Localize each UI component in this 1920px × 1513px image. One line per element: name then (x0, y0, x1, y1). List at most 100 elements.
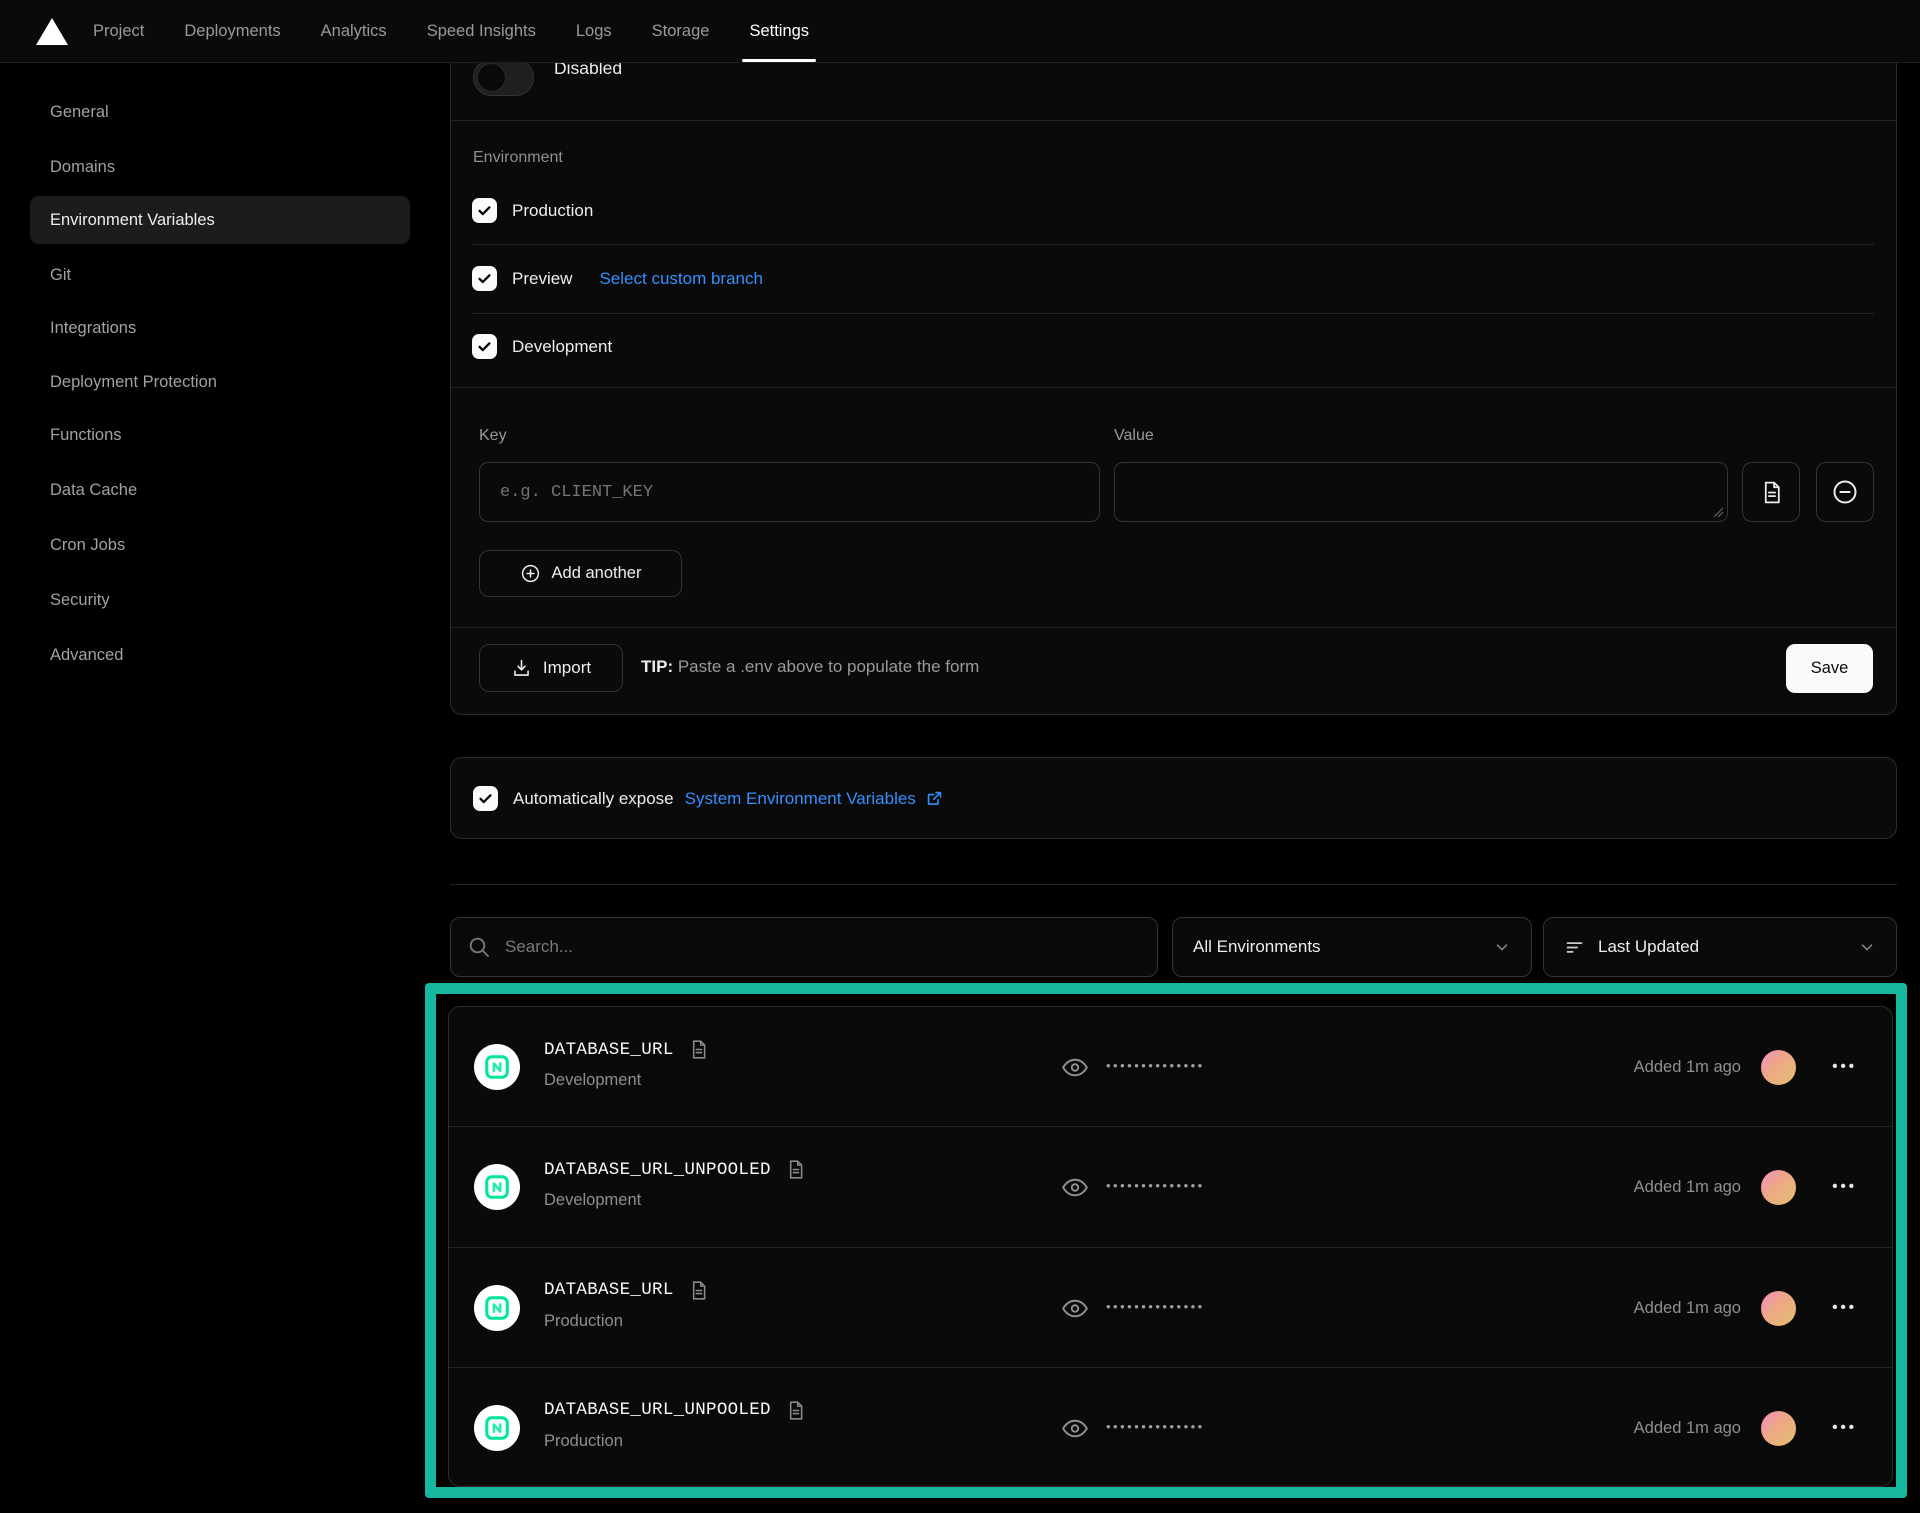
row-menu-button[interactable]: ••• (1832, 1299, 1857, 1316)
import-download-icon (511, 658, 532, 679)
user-avatar (1761, 1411, 1796, 1446)
env-variable-row: DATABASE_URL Production •••••••••••••• A… (449, 1248, 1892, 1368)
import-button[interactable]: Import (479, 644, 623, 692)
footer-divider (451, 627, 1896, 628)
plus-circle-icon (520, 563, 541, 584)
search-input[interactable] (505, 937, 1105, 957)
section-divider (451, 387, 1896, 388)
env-key: DATABASE_URL (544, 1280, 674, 1300)
minus-circle-icon (1831, 478, 1859, 506)
reveal-value-eye-icon[interactable] (1061, 1295, 1089, 1322)
row-menu-button[interactable]: ••• (1832, 1419, 1857, 1436)
check-icon (476, 202, 493, 219)
check-icon (476, 270, 493, 287)
neon-integration-avatar (474, 1164, 520, 1210)
reveal-value-eye-icon[interactable] (1061, 1415, 1089, 1442)
sidebar-item-git[interactable]: Git (30, 251, 410, 299)
masked-value: •••••••••••••• (1106, 1178, 1205, 1193)
env-target: Production (544, 1312, 623, 1331)
tip-text: TIP: Paste a .env above to populate the … (641, 657, 979, 677)
masked-value: •••••••••••••• (1106, 1419, 1205, 1434)
textarea-resize-grip[interactable] (1713, 507, 1724, 518)
preview-checkbox[interactable] (472, 266, 497, 291)
development-label: Development (512, 337, 612, 357)
vercel-logo-icon[interactable] (36, 18, 68, 45)
env-row-production: Production (472, 198, 593, 223)
neon-integration-avatar (474, 1285, 520, 1331)
sidebar-item-domains[interactable]: Domains (30, 143, 410, 191)
user-avatar (1761, 1291, 1796, 1326)
env-key: DATABASE_URL_UNPOOLED (544, 1160, 771, 1180)
row-menu-button[interactable]: ••• (1832, 1178, 1857, 1195)
user-avatar (1761, 1050, 1796, 1085)
env-variable-list: DATABASE_URL Development •••••••••••••• … (448, 1006, 1893, 1487)
check-icon (476, 338, 493, 355)
key-input[interactable] (479, 462, 1100, 522)
sort-dropdown[interactable]: Last Updated (1543, 917, 1897, 977)
search-icon (467, 935, 491, 959)
environment-label: Environment (473, 149, 563, 167)
copy-file-icon[interactable] (688, 1039, 709, 1060)
select-custom-branch-link[interactable]: Select custom branch (599, 269, 762, 289)
value-input[interactable] (1114, 462, 1728, 522)
search-box (450, 917, 1158, 977)
expose-checkbox[interactable] (473, 786, 498, 811)
sidebar-item-cron-jobs[interactable]: Cron Jobs (30, 521, 410, 569)
neon-integration-avatar (474, 1044, 520, 1090)
sidebar-item-advanced[interactable]: Advanced (30, 631, 410, 679)
toggle-knob (477, 63, 506, 92)
sidebar-item-security[interactable]: Security (30, 576, 410, 624)
add-another-label: Add another (552, 564, 642, 583)
reveal-value-eye-icon[interactable] (1061, 1174, 1089, 1201)
check-icon (477, 790, 494, 807)
sidebar-item-deployment-protection[interactable]: Deployment Protection (30, 358, 410, 406)
sidebar-item-integrations[interactable]: Integrations (30, 304, 410, 352)
production-label: Production (512, 201, 593, 221)
row-menu-button[interactable]: ••• (1832, 1058, 1857, 1075)
copy-file-icon[interactable] (688, 1280, 709, 1301)
external-link-icon (925, 789, 944, 808)
added-timestamp: Added 1m ago (1634, 1178, 1741, 1197)
nav-tab-project[interactable]: Project (93, 0, 144, 62)
system-env-vars-link[interactable]: System Environment Variables (685, 789, 916, 809)
expose-row: Automatically expose System Environment … (473, 786, 944, 811)
env-key: DATABASE_URL_UNPOOLED (544, 1400, 771, 1420)
sensitive-toggle[interactable] (473, 59, 534, 96)
paste-env-file-button[interactable] (1742, 462, 1800, 522)
neon-logo-icon (483, 1173, 511, 1201)
page: Disabled Environment Production Preview … (0, 0, 1920, 1513)
nav-tab-speed-insights[interactable]: Speed Insights (427, 0, 536, 62)
reveal-value-eye-icon[interactable] (1061, 1054, 1089, 1081)
sidebar-item-functions[interactable]: Functions (30, 411, 410, 459)
nav-tab-deployments[interactable]: Deployments (184, 0, 280, 62)
development-checkbox[interactable] (472, 334, 497, 359)
expose-label: Automatically expose (513, 789, 674, 809)
sidebar-item-environment-variables[interactable]: Environment Variables (30, 196, 410, 244)
env-row-preview: Preview Select custom branch (472, 266, 763, 291)
nav-tab-logs[interactable]: Logs (576, 0, 612, 62)
copy-file-icon[interactable] (785, 1159, 806, 1180)
neon-integration-avatar (474, 1405, 520, 1451)
sidebar-item-data-cache[interactable]: Data Cache (30, 466, 410, 514)
save-button[interactable]: Save (1786, 644, 1873, 693)
tip-bold: TIP: (641, 657, 673, 676)
nav-tab-settings[interactable]: Settings (749, 0, 809, 62)
preview-label: Preview (512, 269, 572, 289)
nav-tab-storage[interactable]: Storage (652, 0, 710, 62)
section-divider (451, 120, 1896, 121)
env-target: Development (544, 1191, 641, 1210)
remove-row-button[interactable] (1816, 462, 1874, 522)
environment-filter-dropdown[interactable]: All Environments (1172, 917, 1532, 977)
added-timestamp: Added 1m ago (1634, 1419, 1741, 1438)
added-timestamp: Added 1m ago (1634, 1058, 1741, 1077)
value-label: Value (1114, 427, 1154, 445)
top-navbar: Project Deployments Analytics Speed Insight… (0, 0, 1920, 63)
key-label: Key (479, 427, 507, 445)
nav-tab-analytics[interactable]: Analytics (321, 0, 387, 62)
file-icon (1759, 480, 1784, 505)
copy-file-icon[interactable] (785, 1400, 806, 1421)
sidebar-item-general[interactable]: General (30, 88, 410, 136)
production-checkbox[interactable] (472, 198, 497, 223)
add-another-button[interactable]: Add another (479, 550, 682, 597)
env-row-development: Development (472, 334, 612, 359)
